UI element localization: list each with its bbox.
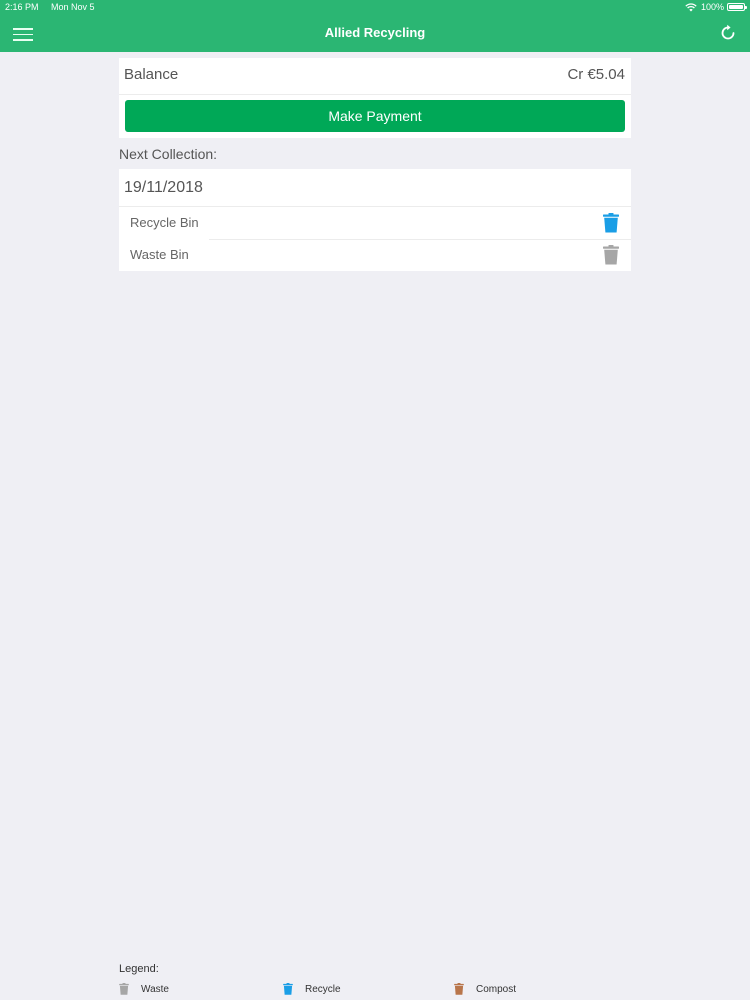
bin-label: Waste Bin <box>130 247 189 262</box>
trash-bin-icon <box>603 213 619 233</box>
trash-bin-icon <box>454 983 464 995</box>
status-bar: 2:16 PM Mon Nov 5 100% <box>0 0 750 14</box>
legend-label: Waste <box>141 983 169 995</box>
legend-label: Compost <box>476 983 517 995</box>
trash-bin-icon <box>119 983 129 995</box>
balance-value: Cr €5.04 <box>567 66 625 83</box>
trash-bin-icon <box>603 245 619 265</box>
legend-item-waste: Waste <box>119 982 169 996</box>
navigation-bar: Allied Recycling <box>0 14 750 52</box>
wifi-icon <box>685 2 697 11</box>
balance-card: Balance Cr €5.04 Make Payment <box>119 58 631 138</box>
balance-label: Balance <box>124 66 179 83</box>
battery-icon <box>727 3 747 11</box>
page-title: Allied Recycling <box>324 25 426 40</box>
divider <box>119 94 631 95</box>
status-time: 2:16 PM <box>5 2 39 12</box>
collection-date: 19/11/2018 <box>124 179 203 196</box>
status-date: Mon Nov 5 <box>51 2 95 12</box>
battery-percent: 100% <box>700 2 724 12</box>
list-item-waste-bin[interactable]: Waste Bin <box>119 239 631 271</box>
legend-item-compost: Compost <box>454 982 516 996</box>
refresh-icon[interactable] <box>719 24 737 42</box>
legend-item-recycle: Recycle <box>283 982 341 996</box>
make-payment-button[interactable]: Make Payment <box>125 100 625 132</box>
bin-label: Recycle Bin <box>130 215 199 230</box>
next-collection-heading: Next Collection: <box>119 146 218 162</box>
collection-card: 19/11/2018 Recycle Bin Waste Bin <box>119 169 631 271</box>
trash-bin-icon <box>283 983 293 995</box>
legend-label: Recycle <box>305 983 341 995</box>
legend-title: Legend: <box>119 963 159 975</box>
list-item-recycle-bin[interactable]: Recycle Bin <box>119 207 631 239</box>
